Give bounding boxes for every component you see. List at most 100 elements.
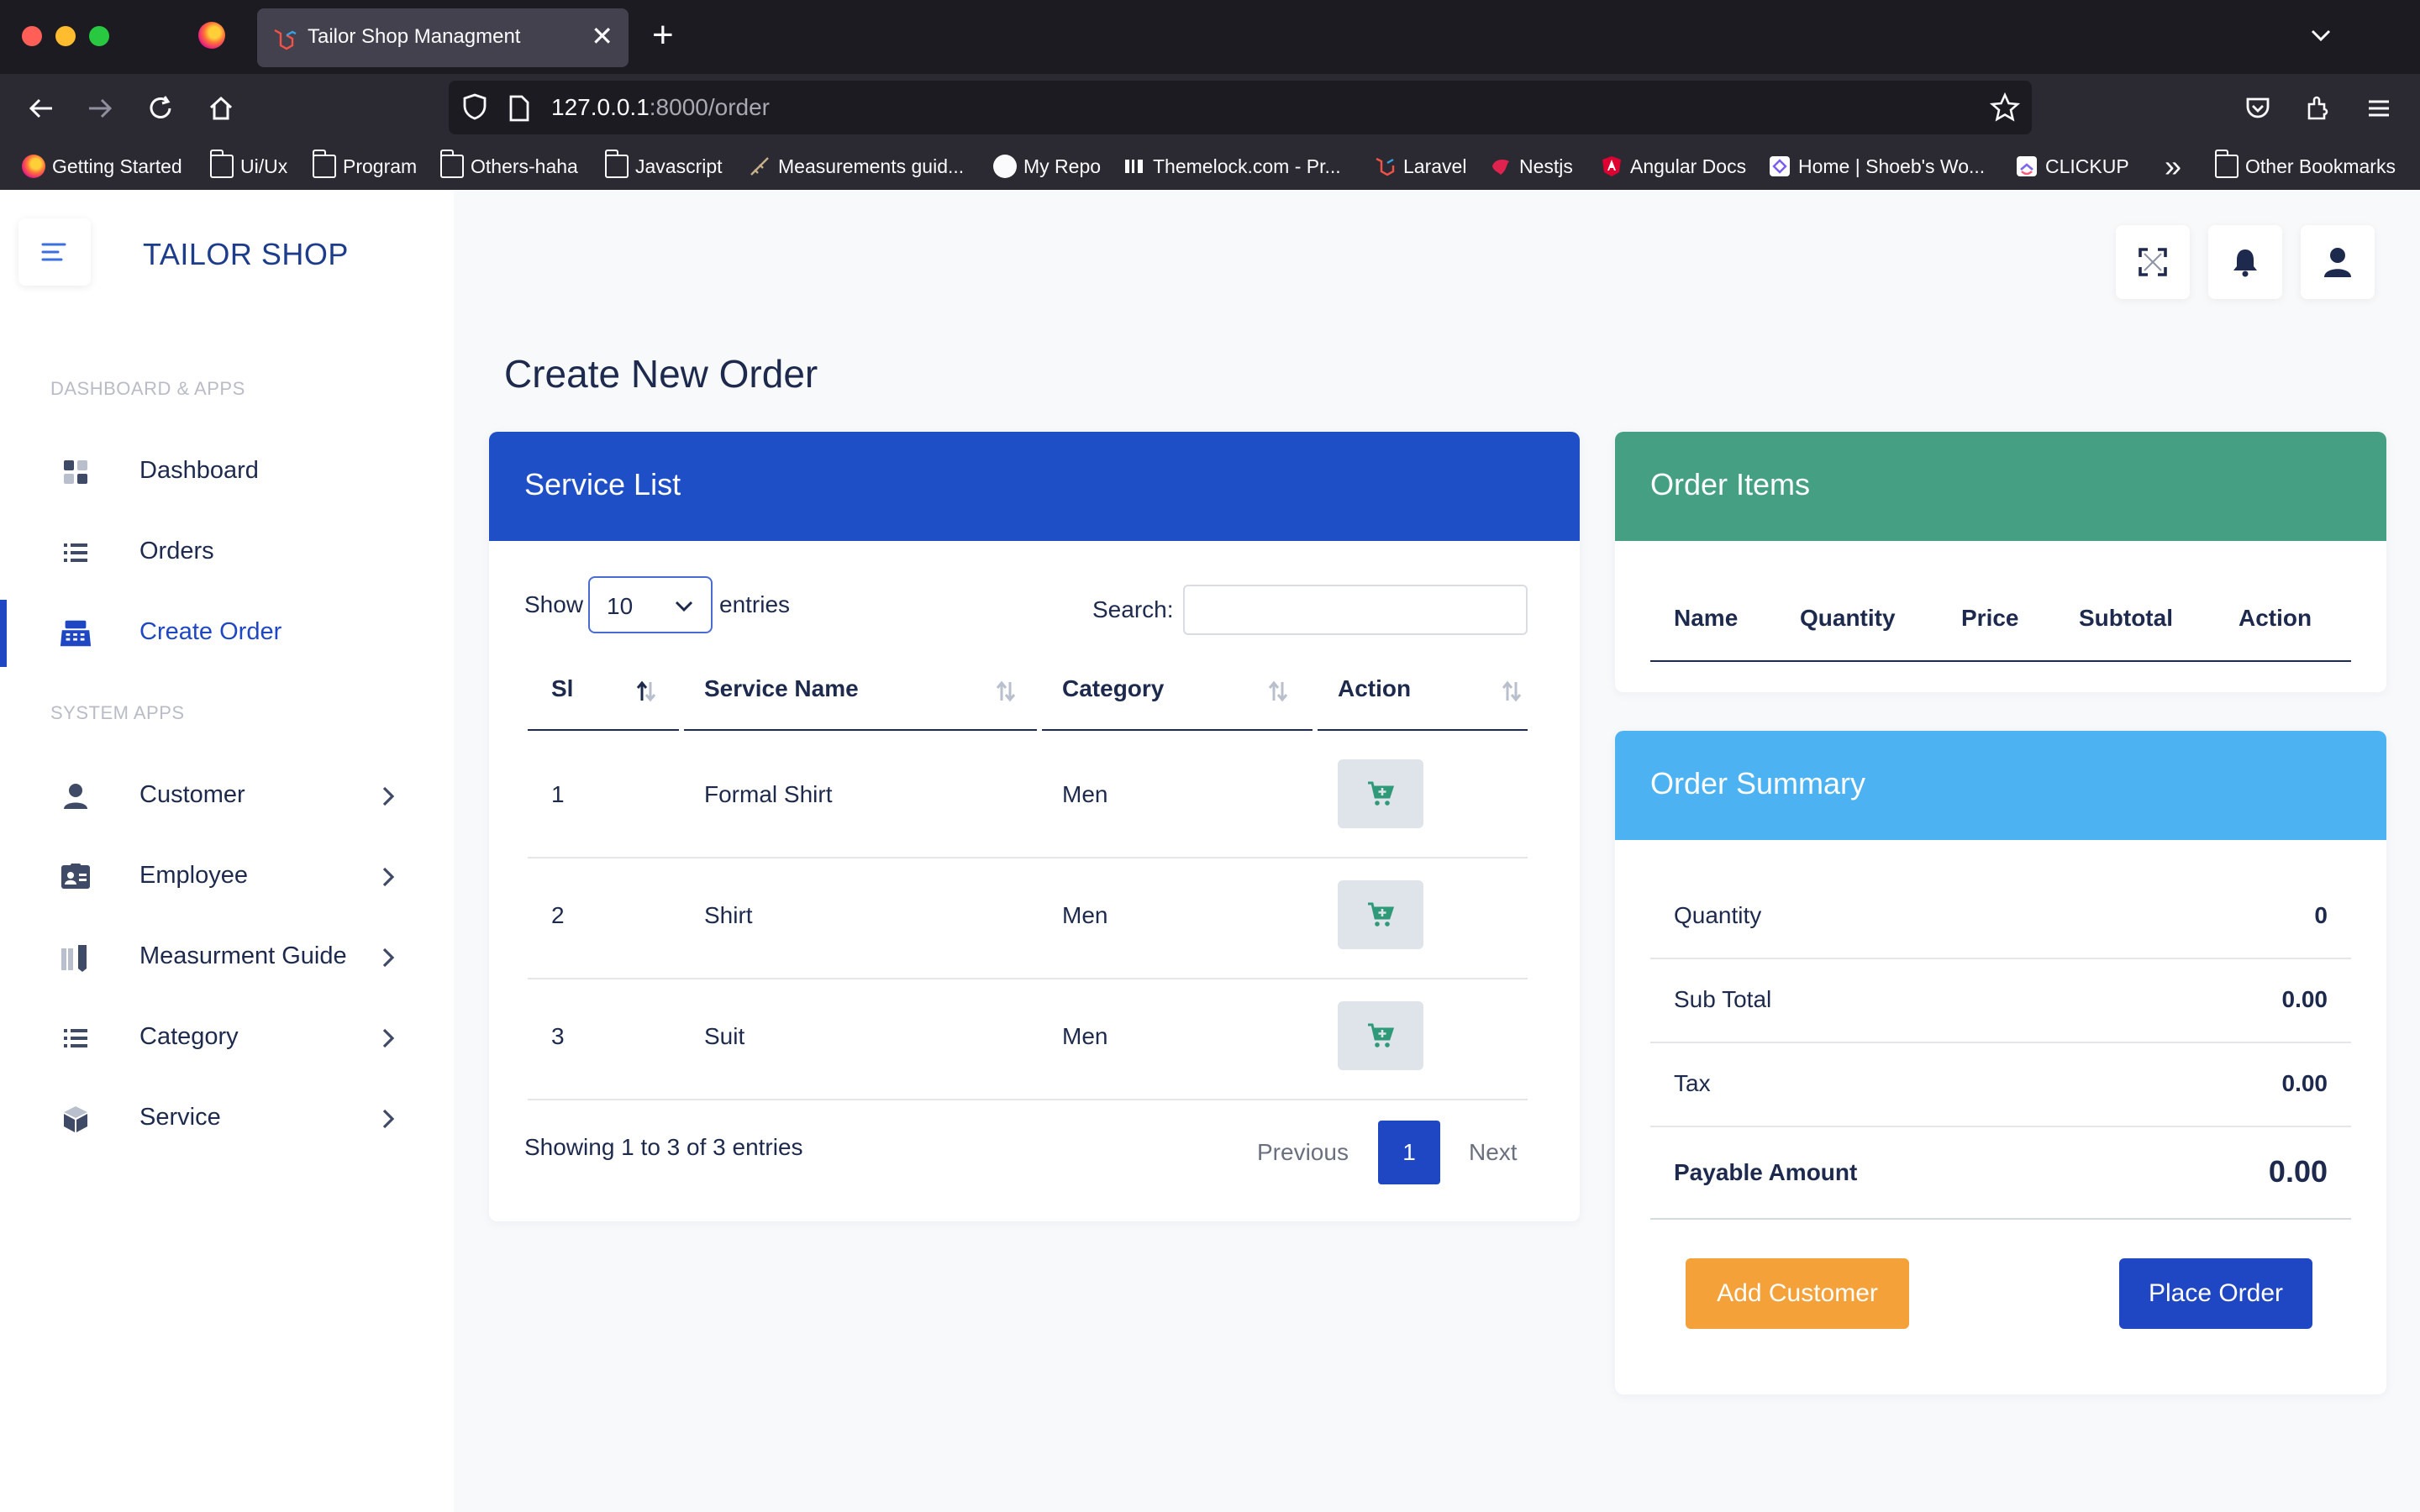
tab-list-chevron-icon[interactable] [2304,18,2338,52]
summary-tax-value: 0.00 [2281,1070,2328,1096]
bookmark-others-haha[interactable]: Others-haha [440,150,578,181]
bookmark-label: Themelock.com - Pr... [1153,155,1341,177]
cell-service-name: Suit [704,1023,745,1049]
bookmark-program[interactable]: Program [313,150,417,181]
fullscreen-button[interactable] [2116,225,2190,299]
header-divider [528,729,679,731]
column-header-sl[interactable]: Sl [551,675,573,702]
entries-select[interactable]: 10 [588,576,713,633]
measure-icon [750,157,769,176]
place-order-button[interactable]: Place Order [2119,1258,2312,1329]
bookmark-label: Laravel [1403,155,1467,177]
chevron-right-icon [382,786,395,806]
cell-service-name: Shirt [704,902,753,928]
bookmark-measurements[interactable]: Measurements guid... [748,151,964,181]
sidebar-item-orders[interactable]: Orders [0,519,454,586]
row-divider [528,1099,1528,1100]
notifications-button[interactable] [2208,225,2282,299]
ruler-icon [59,942,92,973]
window-minimize-button[interactable] [55,26,76,46]
url-text[interactable]: 127.0.0.1:8000/order [551,94,770,121]
folder-icon [605,150,629,178]
summary-payable-label: Payable Amount [1674,1159,1858,1185]
site-icon [1770,156,1790,176]
folder-icon [440,150,464,178]
order-items-card: Order Items Name Quantity Price Subtotal… [1615,432,2386,692]
bookmark-nestjs[interactable]: Nestjs [1489,151,1573,181]
pagination-previous[interactable]: Previous [1257,1139,1349,1166]
bookmark-my-repo[interactable]: My Repo [993,151,1101,181]
page-info-icon[interactable] [508,94,531,123]
bookmark-star-icon[interactable] [1990,92,2020,123]
sort-icon[interactable] [1265,679,1291,704]
order-summary-title: Order Summary [1650,766,1866,801]
sidebar-item-create-order[interactable]: Create Order [0,600,454,667]
folder-icon [210,150,234,178]
sidebar-item-customer[interactable]: Customer [0,763,454,830]
sidebar-item-employee[interactable]: Employee [0,843,454,911]
search-input[interactable] [1183,585,1528,635]
add-to-cart-button[interactable] [1338,759,1423,828]
browser-tab-active[interactable]: Tailor Shop Managment ✕ [257,8,629,67]
url-bar[interactable]: 127.0.0.1:8000/order [449,81,2032,134]
laravel-favicon-icon [274,29,297,50]
pagination-page-current[interactable]: 1 [1378,1121,1440,1184]
window-zoom-button[interactable] [89,26,109,46]
cube-icon [59,1104,92,1134]
summary-payable-value: 0.00 [2268,1154,2328,1189]
sort-icon[interactable] [993,679,1018,704]
bookmark-clickup[interactable]: CLICKUP [2015,151,2129,181]
page-title: Create New Order [504,352,818,396]
add-customer-button[interactable]: Add Customer [1686,1258,1909,1329]
new-tab-button[interactable]: + [652,17,674,54]
cell-category: Men [1062,1023,1108,1049]
add-to-cart-button[interactable] [1338,1001,1423,1070]
bookmark-themelock[interactable]: Themelock.com - Pr... [1123,151,1341,181]
bookmark-label: Getting Started [52,155,182,177]
bookmark-getting-started[interactable]: Getting Started [22,151,182,181]
pocket-icon[interactable] [2238,89,2277,128]
column-header-category[interactable]: Category [1062,675,1164,702]
extensions-icon[interactable] [2299,89,2338,128]
sort-asc-icon[interactable] [634,679,659,704]
sidebar-item-measurment-guide[interactable]: Measurment Guide [0,924,454,991]
sidebar-item-category[interactable]: Category [0,1005,454,1072]
bookmark-angular[interactable]: Angular Docs [1600,151,1746,181]
firefox-icon [22,155,45,178]
sidebar-item-service[interactable]: Service [0,1085,454,1152]
profile-button[interactable] [2301,225,2375,299]
table-info: Showing 1 to 3 of 3 entries [524,1134,803,1160]
add-to-cart-button[interactable] [1338,880,1423,949]
bookmark-javascript[interactable]: Javascript [605,150,723,181]
brand-logo-text[interactable]: TAILOR SHOP [143,237,349,272]
tab-close-icon[interactable]: ✕ [591,21,613,51]
firefox-view-icon[interactable] [198,22,225,49]
back-icon[interactable] [22,89,60,128]
bookmark-other-bookmarks[interactable]: Other Bookmarks [2215,150,2396,181]
entries-label: entries [719,591,791,617]
bookmark-laravel[interactable]: Laravel [1373,151,1466,181]
reload-icon[interactable] [141,89,180,128]
themelock-icon [1125,160,1143,173]
home-icon[interactable] [202,89,240,128]
column-header-service-name[interactable]: Service Name [704,675,859,702]
app-menu-icon[interactable] [2360,89,2398,128]
bookmark-label: Ui/Ux [240,155,288,177]
bookmark-shoeb[interactable]: Home | Shoeb's Wo... [1768,151,1985,181]
bookmarks-overflow-icon[interactable]: » [2165,149,2181,183]
window-close-button[interactable] [22,26,42,46]
pagination-next[interactable]: Next [1469,1139,1518,1166]
bookmark-uiux[interactable]: Ui/Ux [210,150,288,181]
browser-navbar: 127.0.0.1:8000/order [0,74,2420,143]
tracking-shield-icon[interactable] [460,92,489,121]
summary-subtotal-value: 0.00 [2281,986,2328,1012]
laravel-icon [1376,157,1395,176]
sidebar-item-dashboard[interactable]: Dashboard [0,438,454,506]
column-header-action[interactable]: Action [1338,675,1411,702]
sidebar-item-label: Dashboard [139,457,259,484]
menu-toggle-button[interactable] [18,218,91,286]
forward-icon[interactable] [81,89,119,128]
sort-icon[interactable] [1499,679,1524,704]
summary-quantity-value: 0 [2314,902,2328,928]
bookmark-label: Others-haha [471,155,578,177]
